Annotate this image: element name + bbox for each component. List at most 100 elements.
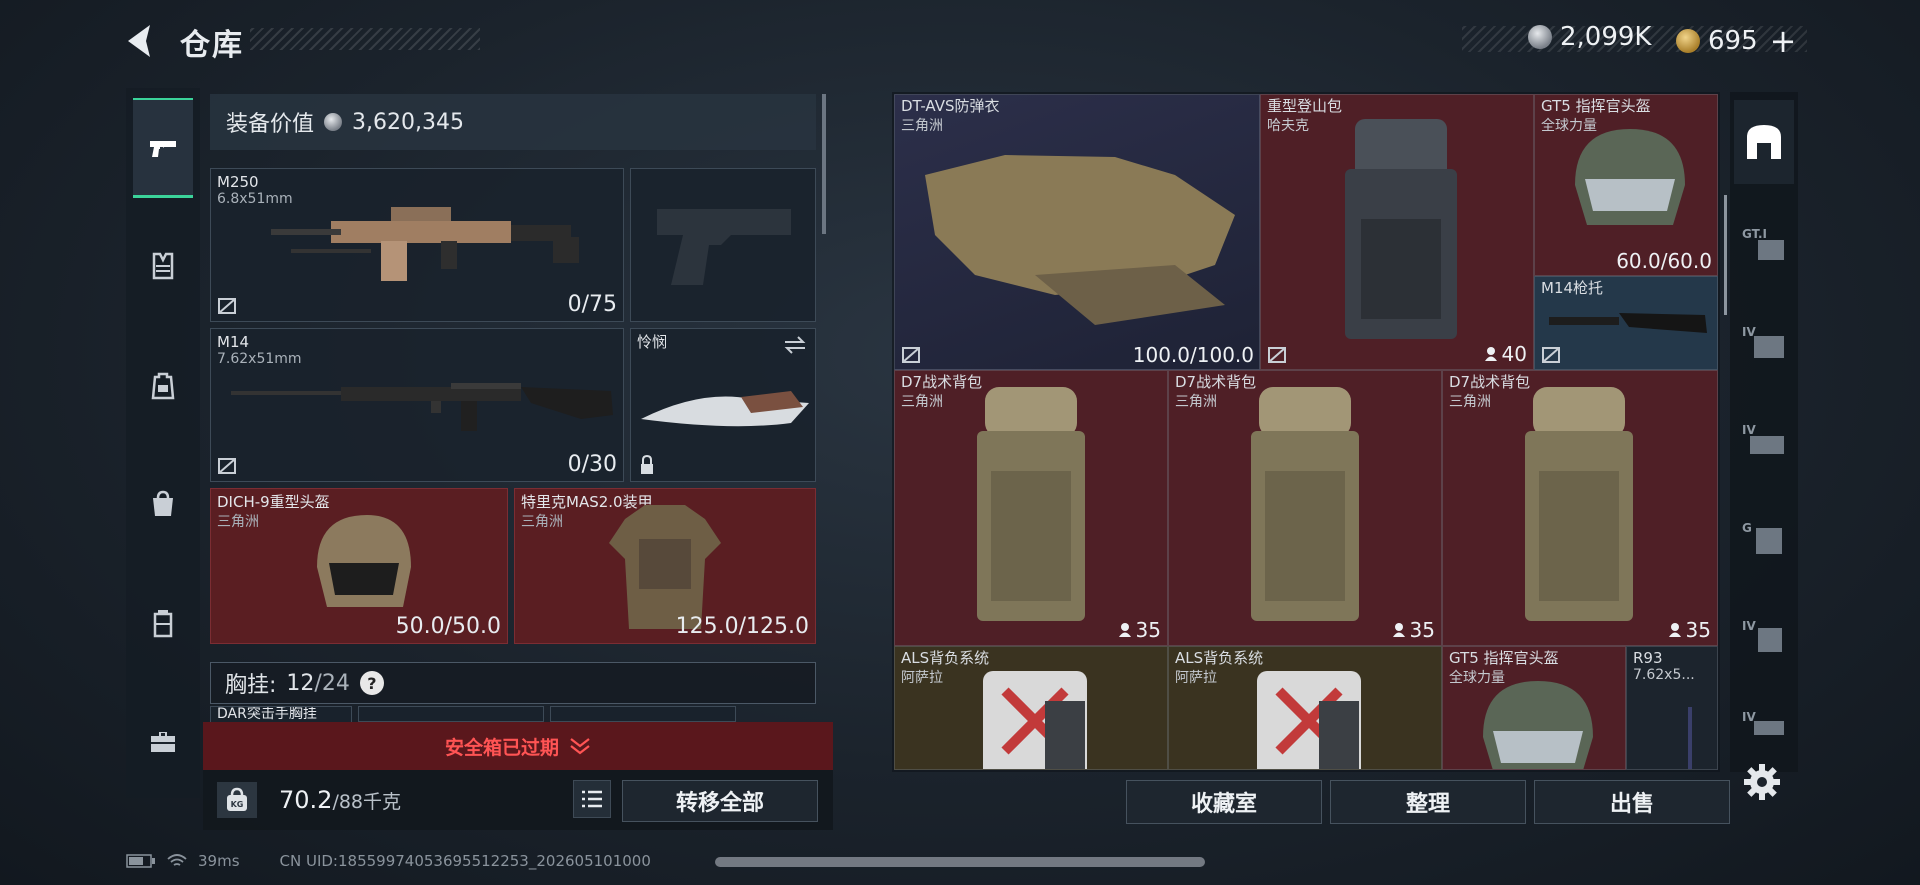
equipment-scrollbar[interactable] [822, 94, 826, 234]
tab-all-storage[interactable] [1734, 100, 1794, 184]
storage-box-icon: IV [1742, 325, 1784, 358]
tab-storage-1[interactable]: GT.I [1734, 202, 1794, 286]
help-icon[interactable]: ? [359, 671, 384, 695]
silver-coin-icon [1528, 25, 1552, 49]
item-origin: 三角洲 [1175, 394, 1217, 410]
list-view-button[interactable] [573, 780, 611, 818]
chest-rig-row: 胸挂: 12/24 ? [210, 662, 816, 704]
melee-slot[interactable]: 怜悯 [630, 328, 816, 482]
bag-icon [153, 490, 173, 516]
no-insurance-icon [218, 298, 236, 314]
category-chest-rig[interactable] [133, 216, 193, 316]
carrier-system-image [1257, 671, 1361, 769]
no-insurance-icon [1542, 347, 1560, 363]
silver-currency: 2,099K [1528, 22, 1651, 52]
collection-room-button[interactable]: 收藏室 [1126, 780, 1322, 824]
storage-item[interactable]: DT-AVS防弹衣 三角洲 100.0/100.0 [894, 94, 1260, 370]
storage-item[interactable]: GT5 指挥官头盔 全球力量 [1442, 646, 1626, 770]
capacity-icon [1668, 623, 1681, 637]
gold-coin-icon [1676, 29, 1700, 53]
melee-name: 怜悯 [637, 333, 668, 351]
storage-item[interactable]: D7战术背包 三角洲 35 [1442, 370, 1718, 646]
storage-item[interactable]: R93 7.62x5... [1626, 646, 1718, 770]
item-name: D7战术背包 [1175, 373, 1257, 391]
equipment-value-label: 装备价值 [226, 112, 315, 137]
chest-rig-icon [152, 252, 174, 280]
chest-rig-cell[interactable] [550, 706, 736, 722]
pistol-slot[interactable] [630, 168, 816, 322]
tab-storage-3[interactable]: IV [1734, 398, 1794, 482]
capacity-value: 35 [1135, 618, 1161, 642]
add-currency-button[interactable]: + [1770, 22, 1797, 60]
category-bag[interactable] [133, 454, 193, 554]
storage-item[interactable]: D7战术背包 三角洲 35 [1168, 370, 1442, 646]
secondary-weapon-slot[interactable]: M14 7.62x51mm 0/30 [210, 328, 624, 482]
item-name: D7战术背包 [1449, 373, 1531, 391]
body-armor-image [925, 155, 1235, 325]
status-bar: 39ms CN UID:18559974053695512253_2026051… [126, 850, 651, 872]
armor-faction: 三角洲 [521, 514, 563, 530]
rifle-stock-image [1549, 313, 1707, 333]
category-toolbox[interactable] [133, 692, 193, 792]
equipment-panel: 装备价值 3,620,345 M250 6.8x51mm 0/75 M14 7.… [208, 92, 822, 722]
weapon-name: M250 [217, 173, 259, 191]
kg-label: KG [231, 800, 244, 809]
capacity-value: 40 [1501, 342, 1527, 366]
category-case[interactable] [133, 574, 193, 674]
warehouse-icon [1747, 125, 1781, 159]
chest-rig-label: 胸挂: [225, 673, 277, 698]
commander-helmet-image [1483, 681, 1593, 769]
commander-helmet-image [1575, 129, 1685, 225]
transfer-all-button[interactable]: 转移全部 [622, 780, 818, 822]
back-arrow-icon[interactable] [122, 22, 162, 60]
weight-max: /88千克 [332, 791, 402, 813]
storage-item[interactable]: GT5 指挥官头盔 全球力量 60.0/60.0 [1534, 94, 1718, 276]
chest-rig-max: /24 [314, 670, 350, 696]
chest-rig-item-partial[interactable]: DAR突击手胸挂 [210, 706, 352, 722]
chest-rig-item-name: DAR突击手胸挂 [217, 706, 317, 722]
tab-storage-5[interactable]: IV [1734, 594, 1794, 678]
tab-storage-2[interactable]: IV [1734, 300, 1794, 384]
armor-slot[interactable]: 特里克MAS2.0装甲 三角洲 125.0/125.0 [514, 488, 816, 644]
sort-button[interactable]: 整理 [1330, 780, 1526, 824]
category-backpack[interactable] [133, 336, 193, 436]
list-icon [582, 790, 602, 808]
safe-box-expired-bar[interactable]: 安全箱已过期 [203, 722, 833, 770]
helmet-faction: 三角洲 [217, 514, 259, 530]
carry-weight: 70.2/88千克 [279, 786, 401, 814]
m14-rifle-image [231, 383, 613, 431]
backpack-icon [151, 372, 175, 400]
tab-storage-6[interactable]: IV [1734, 692, 1794, 752]
storage-item[interactable]: 重型登山包 哈夫克 40 [1260, 94, 1534, 370]
category-weapons[interactable] [133, 98, 193, 198]
no-insurance-icon [218, 458, 236, 474]
tab-storage-4[interactable]: G [1734, 496, 1794, 580]
weapon-caliber: 7.62x51mm [217, 351, 302, 367]
storage-box-icon: IV [1742, 423, 1784, 454]
storage-item[interactable]: M14枪托 [1534, 276, 1718, 370]
primary-weapon-slot[interactable]: M250 6.8x51mm 0/75 [210, 168, 624, 322]
tab-badge: IV [1742, 423, 1756, 437]
m250-machine-gun-image [271, 207, 579, 281]
home-indicator [715, 857, 1205, 867]
storage-item[interactable]: ALS背负系统 阿萨拉 [1168, 646, 1442, 770]
capacity-icon [1118, 623, 1131, 637]
storage-item[interactable]: ALS背负系统 阿萨拉 [894, 646, 1168, 770]
sell-button[interactable]: 出售 [1534, 780, 1730, 824]
pistol-icon [150, 140, 176, 157]
tab-badge: IV [1742, 619, 1756, 633]
ammo-count: 0/75 [567, 292, 617, 317]
item-origin: 三角洲 [1449, 394, 1491, 410]
ping-value: 39ms [198, 852, 240, 870]
gear-icon[interactable] [1742, 762, 1782, 802]
chest-rig-cell[interactable] [358, 706, 544, 722]
expired-text: 安全箱已过期 [444, 736, 559, 759]
item-capacity: 35 [1392, 618, 1435, 642]
silver-amount: 2,099K [1560, 22, 1652, 52]
toolbox-icon [151, 732, 175, 752]
swap-icon[interactable] [783, 335, 807, 355]
helmet-slot[interactable]: DICH-9重型头盔 三角洲 50.0/50.0 [210, 488, 508, 644]
item-capacity: 35 [1118, 618, 1161, 642]
storage-item[interactable]: D7战术背包 三角洲 35 [894, 370, 1168, 646]
storage-scrollbar[interactable] [1724, 195, 1727, 315]
